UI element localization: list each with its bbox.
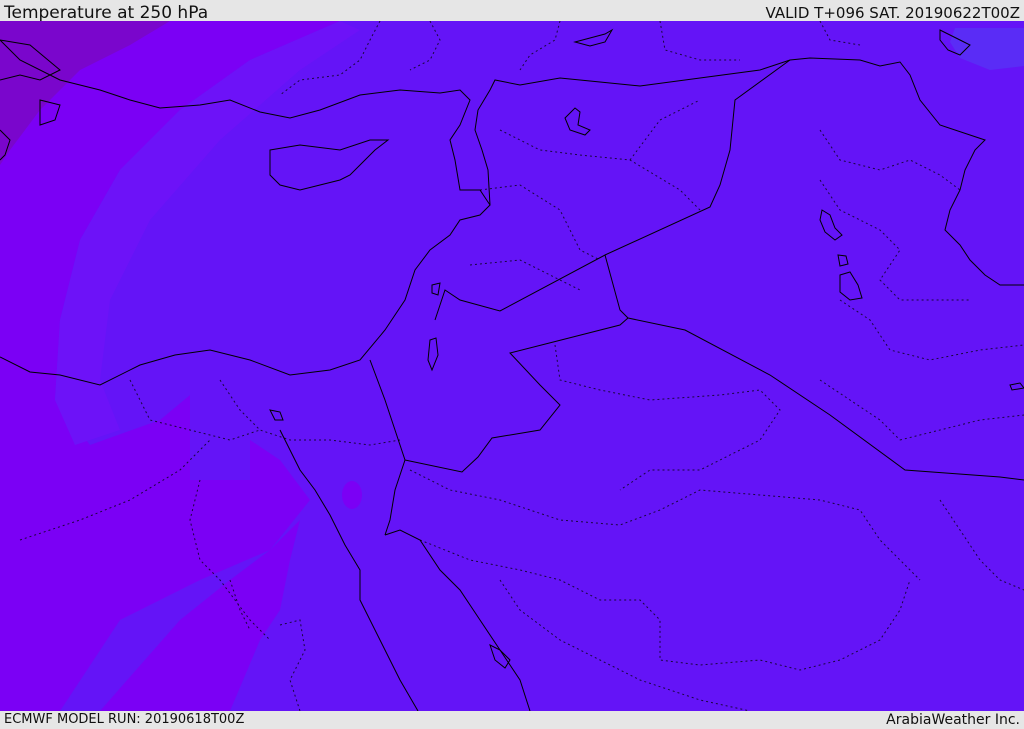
footer-bar: ECMWF MODEL RUN: 20190618T00Z ArabiaWeat… [0,711,1024,729]
header-bar: Temperature at 250 hPa VALID T+096 SAT. … [0,0,1024,23]
credit-label: ArabiaWeather Inc. [886,712,1020,728]
model-run-label: ECMWF MODEL RUN: 20190618T00Z [4,712,245,727]
cold-pocket [342,481,362,509]
weather-map [0,21,1024,711]
map-title: Temperature at 250 hPa [4,3,209,23]
valid-time-label: VALID T+096 SAT. 20190622T00Z [765,4,1020,22]
map-canvas [0,21,1024,711]
